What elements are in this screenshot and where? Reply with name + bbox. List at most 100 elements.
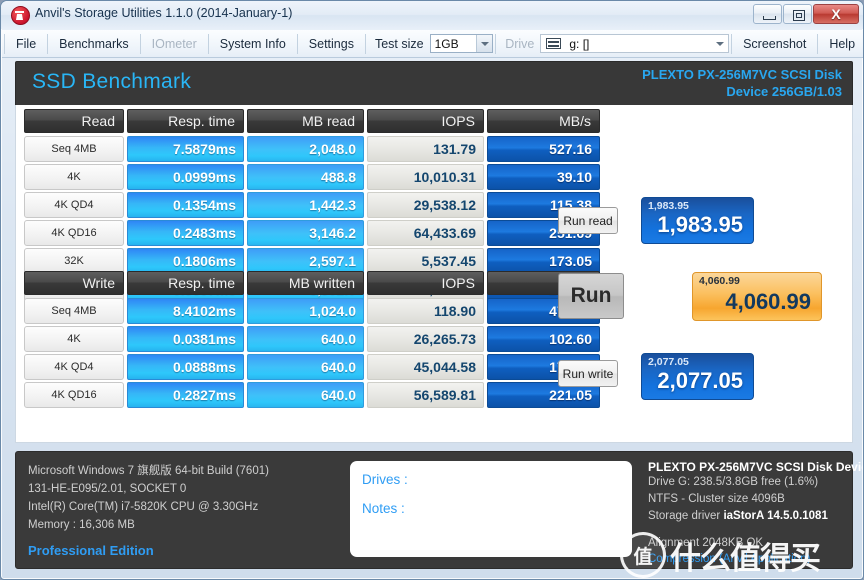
run-button[interactable]: Run [558,273,624,319]
close-button[interactable]: X [813,4,859,24]
chevron-down-icon [712,35,728,52]
toolbar-divider [296,33,298,54]
cpu-info: Intel(R) Core(TM) i7-5820K CPU @ 3.30GHz [28,501,259,513]
total-score-small: 4,060.99 [699,275,740,287]
cell-iops: 64,433.69 [367,220,484,246]
menu-help[interactable]: Help [820,34,863,54]
table-row: Seq 4MB 7.5879ms 2,048.0 131.79 527.16 [24,136,600,162]
write-results-table: Write Resp. time MB written IOPS MB/s Se… [24,271,600,410]
device-name-line2: Device 256GB/1.03 [726,84,842,99]
cell-resp-time: 0.0999ms [127,164,244,190]
column-header-resp-time: Resp. time [127,109,244,133]
device-name-line1: PLEXTO PX-256M7VC SCSI Disk [642,67,842,82]
toolbar-divider [139,33,141,54]
cell-mbs: 102.60 [487,326,600,352]
window-controls: X [752,4,859,25]
minimize-button[interactable] [753,4,782,24]
table-row: 4K QD4 0.1354ms 1,442.3 29,538.12 115.38 [24,192,600,218]
run-write-button[interactable]: Run write [558,360,618,387]
toolbar-divider [817,33,819,54]
row-label[interactable]: Seq 4MB [24,136,124,162]
read-score-panel: 1,983.95 1,983.95 [641,197,754,244]
toolbar-divider [207,33,209,54]
test-size-label: Test size [374,36,424,51]
column-header-write: Write [24,271,124,295]
row-label[interactable]: 4K QD4 [24,354,124,380]
drive-filesystem: NTFS - Cluster size 4096B [648,493,785,505]
toolbar-divider [731,33,733,54]
cell-resp-time: 7.5879ms [127,136,244,162]
cell-iops: 131.79 [367,136,484,162]
app-window: Anvil's Storage Utilities 1.1.0 (2014-Ja… [0,0,864,580]
system-info-block: Microsoft Windows 7 旗舰版 64-bit Build (76… [28,462,338,560]
column-header-mb-read: MB read [247,109,364,133]
table-row: 4K 0.0999ms 488.8 10,010.31 39.10 [24,164,600,190]
row-label[interactable]: 4K [24,164,124,190]
row-label[interactable]: 4K QD16 [24,382,124,408]
table-row: 4K QD16 0.2483ms 3,146.2 64,433.69 251.6… [24,220,600,246]
drive-value: g: [] [569,36,590,51]
maximize-button[interactable] [783,4,812,24]
notes-label: Notes : [362,501,405,516]
cell-resp-time: 0.2827ms [127,382,244,408]
edition-label: Professional Edition [28,543,154,558]
anvil-icon [11,6,30,25]
drives-label: Drives : [362,472,408,487]
drive-dropdown[interactable]: g: [] [540,34,730,53]
cell-iops: 26,265.73 [367,326,484,352]
cell-resp-time: 0.1354ms [127,192,244,218]
drive-storage-driver: Storage driver iaStorA 14.5.0.1081 [648,508,863,525]
cell-mb-written: 640.0 [247,354,364,380]
cell-mb-read: 2,048.0 [247,136,364,162]
cell-mb-written: 640.0 [247,326,364,352]
write-score-panel: 2,077.05 2,077.05 [641,353,754,400]
cell-resp-time: 0.0888ms [127,354,244,380]
bios-info: 131-HE-E095/2.01, SOCKET 0 [28,483,187,495]
window-title: Anvil's Storage Utilities 1.1.0 (2014-Ja… [35,6,293,20]
column-header-mbs: MB/s [487,109,600,133]
test-size-value: 1GB [434,36,459,51]
cell-mb-written: 1,024.0 [247,298,364,324]
row-label[interactable]: 4K QD16 [24,220,124,246]
toolbar-divider [364,33,366,54]
test-size-dropdown[interactable]: 1GB [429,34,494,53]
table-header-row: Read Resp. time MB read IOPS MB/s [24,109,600,133]
drives-notes-box[interactable]: Drives : Notes : [350,461,632,557]
drive-compression[interactable]: Compression (Anvil Application) [648,551,863,567]
storage-driver-value: iaStorA 14.5.0.1081 [723,510,828,522]
row-label[interactable]: 4K [24,326,124,352]
menu-file[interactable]: File [7,34,45,54]
table-row: 4K 0.0381ms 640.0 26,265.73 102.60 [24,326,600,352]
storage-driver-label: Storage driver [648,510,724,522]
column-header-read: Read [24,109,124,133]
drive-capacity: Drive G: 238.5/3.8GB free (1.6%) [648,476,819,488]
cell-iops: 10,010.31 [367,164,484,190]
cell-resp-time: 0.0381ms [127,326,244,352]
total-score-value: 4,060.99 [725,289,811,314]
column-header-resp-time: Resp. time [127,271,244,295]
table-row: Seq 4MB 8.4102ms 1,024.0 118.90 475.62 [24,298,600,324]
table-row: 4K QD4 0.0888ms 640.0 45,044.58 175.96 [24,354,600,380]
cell-iops: 118.90 [367,298,484,324]
read-score-value: 1,983.95 [657,212,743,237]
row-label[interactable]: 4K QD4 [24,192,124,218]
row-label[interactable]: Seq 4MB [24,298,124,324]
cell-mb-written: 640.0 [247,382,364,408]
drive-info-block: PLEXTO PX-256M7VC SCSI Disk Device Drive… [648,460,863,567]
close-icon: X [831,6,841,22]
chevron-down-icon [476,35,493,52]
run-read-button[interactable]: Run read [558,207,618,234]
column-header-mb-written: MB written [247,271,364,295]
menu-screenshot[interactable]: Screenshot [734,34,815,54]
drive-label: Drive [505,36,535,51]
write-score-small: 2,077.05 [648,356,689,368]
table-row: 4K QD16 0.2827ms 640.0 56,589.81 221.05 [24,382,600,408]
menu-system-info[interactable]: System Info [211,34,295,54]
drive-icon [546,38,562,49]
menu-benchmarks[interactable]: Benchmarks [50,34,137,54]
cell-mbs: 527.16 [487,136,600,162]
read-score-small: 1,983.95 [648,200,689,212]
menu-settings[interactable]: Settings [300,34,363,54]
os-version: Microsoft Windows 7 旗舰版 64-bit Build (76… [28,465,269,477]
